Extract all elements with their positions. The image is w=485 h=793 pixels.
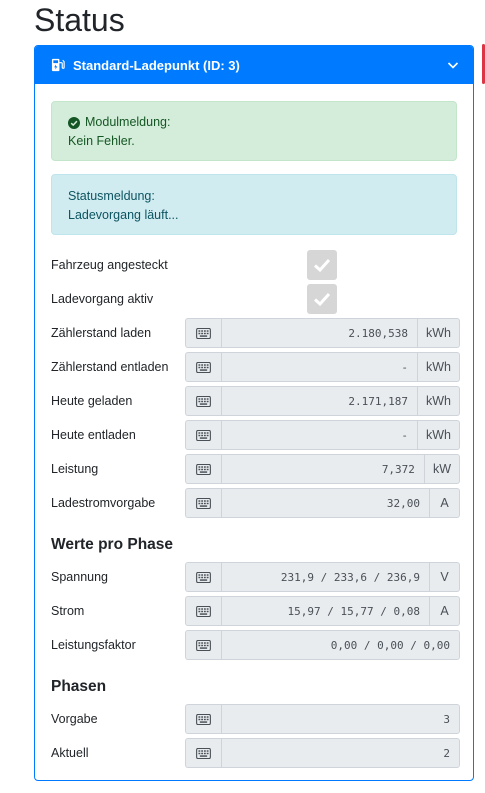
keyboard-icon — [185, 738, 221, 768]
checkmark-icon — [313, 292, 331, 307]
value-field[interactable]: 15,97 / 15,77 / 0,08 — [221, 596, 430, 626]
value-label: Strom — [51, 604, 85, 618]
value-field[interactable]: 2.180,538 — [221, 318, 418, 348]
card-body: Modulmeldung: Kein Fehler. Statusmeldung… — [35, 84, 473, 770]
unit-addon: kWh — [418, 386, 460, 416]
value-field[interactable]: 0,00 / 0,00 / 0,00 — [221, 630, 460, 660]
charging-active-checkbox[interactable] — [307, 284, 337, 314]
status-alert-title: Statusmeldung: — [68, 189, 155, 203]
checkmark-icon — [313, 258, 331, 273]
keyboard-icon — [185, 420, 221, 450]
value-label: Heute geladen — [51, 394, 133, 408]
value-input-group: 231,9 / 233,6 / 236,9 V — [185, 562, 460, 592]
phases-row: Aktuell 2 — [51, 736, 460, 770]
phases-row: Vorgabe 3 — [51, 702, 460, 736]
keyboard-icon — [185, 704, 221, 734]
flag-row: Fahrzeug angesteckt — [51, 248, 457, 282]
value-field[interactable]: - — [221, 420, 418, 450]
value-label: Leistung — [51, 462, 99, 476]
unit-addon: V — [430, 562, 460, 592]
page-title: Status — [34, 2, 125, 38]
value-label: Heute entladen — [51, 428, 136, 442]
value-label: Aktuell — [51, 746, 89, 760]
keyboard-icon — [185, 454, 221, 484]
value-field[interactable]: 2 — [221, 738, 460, 768]
unit-addon: A — [430, 596, 460, 626]
value-input-group: 32,00 A — [185, 488, 460, 518]
value-field[interactable]: - — [221, 352, 418, 382]
value-field[interactable]: 7,372 — [221, 454, 425, 484]
value-input-group: 2 — [185, 738, 460, 768]
unit-addon: kWh — [418, 318, 460, 348]
value-label: Zählerstand laden — [51, 326, 152, 340]
value-row: Zählerstand laden 2.180,538 kWh — [51, 316, 460, 350]
value-label: Leistungsfaktor — [51, 638, 136, 652]
value-field[interactable]: 32,00 — [221, 488, 430, 518]
module-alert-text: Kein Fehler. — [68, 134, 135, 148]
card-title: Standard-Ladepunkt (ID: 3) — [73, 57, 240, 73]
keyboard-icon — [185, 562, 221, 592]
module-alert-title: Modulmeldung: — [85, 115, 171, 129]
value-row: Heute geladen 2.171,187 kWh — [51, 384, 460, 418]
unit-addon: kWh — [418, 352, 460, 382]
value-label: Ladestromvorgabe — [51, 496, 156, 510]
value-field[interactable]: 231,9 / 233,6 / 236,9 — [221, 562, 430, 592]
value-input-group: 2.171,187 kWh — [185, 386, 460, 416]
phase-row: Strom 15,97 / 15,77 / 0,08 A — [51, 594, 460, 628]
value-row: Ladestromvorgabe 32,00 A — [51, 486, 460, 520]
value-input-group: - kWh — [185, 420, 460, 450]
keyboard-icon — [185, 318, 221, 348]
value-input-group: 15,97 / 15,77 / 0,08 A — [185, 596, 460, 626]
value-row: Heute entladen - kWh — [51, 418, 460, 452]
status-alert: Statusmeldung: Ladevorgang läuft... — [51, 174, 457, 235]
value-input-group: 2.180,538 kWh — [185, 318, 460, 348]
keyboard-icon — [185, 386, 221, 416]
phase-values-heading: Werte pro Phase — [51, 536, 174, 553]
phases-heading: Phasen — [51, 678, 107, 695]
flag-label: Fahrzeug angesteckt — [51, 258, 168, 272]
phase-row: Spannung 231,9 / 233,6 / 236,9 V — [51, 560, 460, 594]
value-input-group: 0,00 / 0,00 / 0,00 — [185, 630, 460, 660]
flag-row: Ladevorgang aktiv — [51, 282, 457, 316]
module-alert: Modulmeldung: Kein Fehler. — [51, 101, 457, 161]
value-label: Zählerstand entladen — [51, 360, 169, 374]
keyboard-icon — [185, 488, 221, 518]
value-input-group: 7,372 kW — [185, 454, 460, 484]
value-field[interactable]: 3 — [221, 704, 460, 734]
unit-addon: kW — [424, 454, 460, 484]
flag-label: Ladevorgang aktiv — [51, 292, 154, 306]
value-input-group: - kWh — [185, 352, 460, 382]
value-field[interactable]: 2.171,187 — [221, 386, 418, 416]
card-header[interactable]: Standard-Ladepunkt (ID: 3) — [35, 46, 473, 84]
chargepoint-card: Standard-Ladepunkt (ID: 3) Modulmeldung:… — [34, 45, 474, 781]
vehicle-plugged-checkbox[interactable] — [307, 250, 337, 280]
unit-addon: A — [430, 488, 460, 518]
keyboard-icon — [185, 630, 221, 660]
value-row: Zählerstand entladen - kWh — [51, 350, 460, 384]
charging-station-icon — [51, 57, 67, 73]
check-circle-icon — [68, 116, 80, 129]
value-row: Leistung 7,372 kW — [51, 452, 460, 486]
value-input-group: 3 — [185, 704, 460, 734]
phase-row: Leistungsfaktor 0,00 / 0,00 / 0,00 — [51, 628, 460, 662]
unit-addon: kWh — [418, 420, 460, 450]
status-alert-text: Ladevorgang läuft... — [68, 208, 179, 222]
chevron-down-icon[interactable] — [447, 59, 459, 71]
value-label: Spannung — [51, 570, 109, 584]
keyboard-icon — [185, 596, 221, 626]
value-label: Vorgabe — [51, 712, 98, 726]
keyboard-icon — [185, 352, 221, 382]
